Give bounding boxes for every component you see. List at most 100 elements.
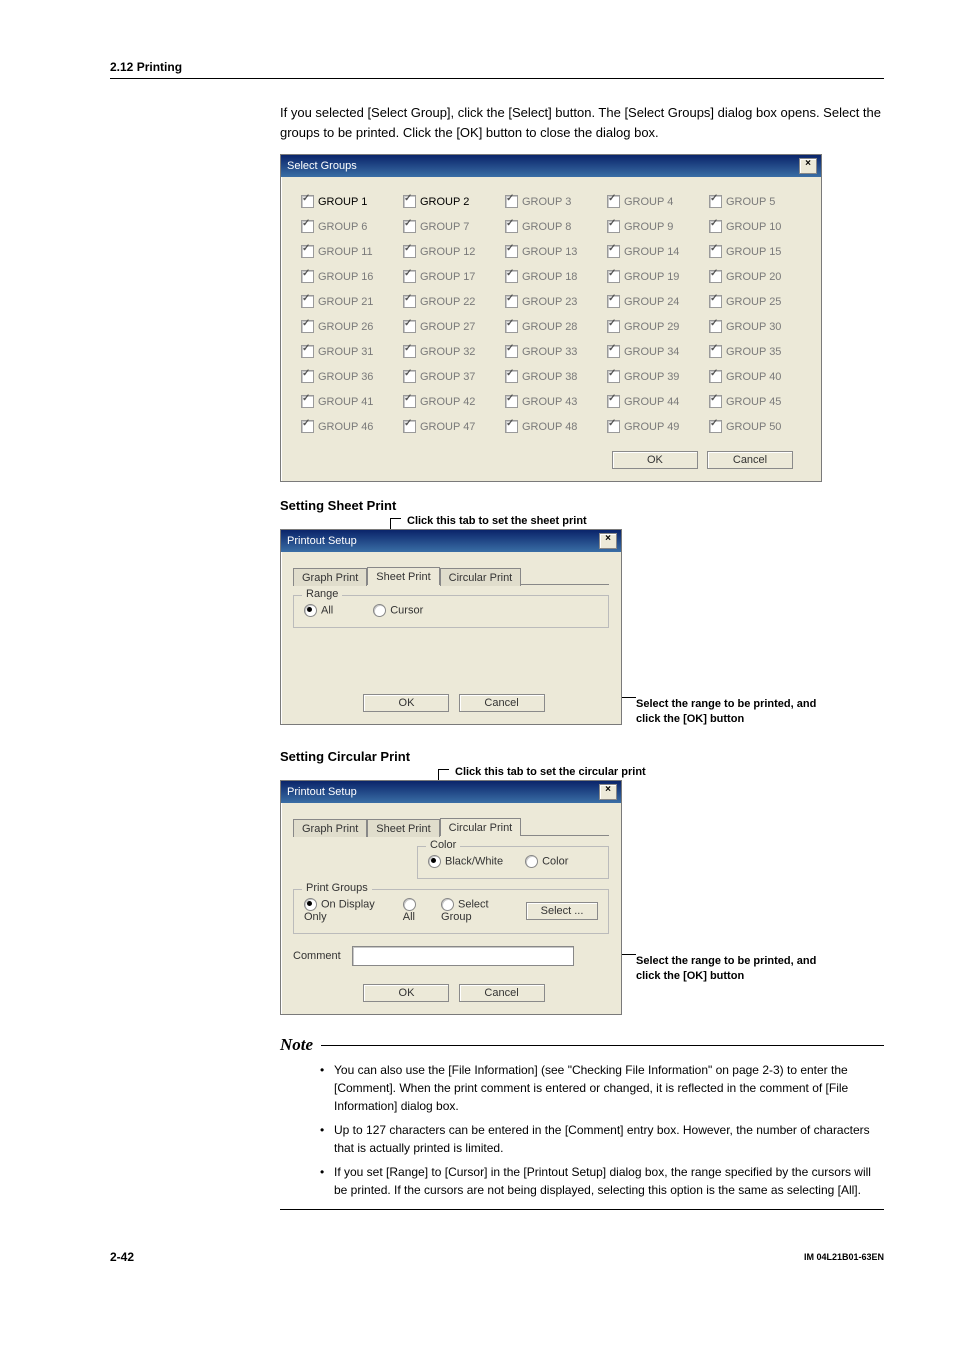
group-checkbox[interactable]: GROUP 1 — [301, 195, 393, 208]
group-checkbox[interactable]: GROUP 17 — [403, 270, 495, 283]
ok-button[interactable]: OK — [612, 451, 698, 469]
group-checkbox[interactable]: GROUP 2 — [403, 195, 495, 208]
checkbox-icon[interactable] — [403, 270, 416, 283]
checkbox-icon[interactable] — [403, 245, 416, 258]
checkbox-icon[interactable] — [607, 320, 620, 333]
checkbox-icon[interactable] — [709, 270, 722, 283]
checkbox-icon[interactable] — [403, 320, 416, 333]
checkbox-icon[interactable] — [403, 345, 416, 358]
checkbox-icon[interactable] — [607, 195, 620, 208]
checkbox-icon[interactable] — [403, 370, 416, 383]
checkbox-icon[interactable] — [709, 345, 722, 358]
group-checkbox[interactable]: GROUP 21 — [301, 295, 393, 308]
group-checkbox[interactable]: GROUP 6 — [301, 220, 393, 233]
close-icon[interactable]: × — [599, 533, 617, 549]
group-checkbox[interactable]: GROUP 50 — [709, 420, 801, 433]
checkbox-icon[interactable] — [505, 395, 518, 408]
close-icon[interactable]: × — [599, 784, 617, 800]
group-checkbox[interactable]: GROUP 39 — [607, 370, 699, 383]
group-checkbox[interactable]: GROUP 7 — [403, 220, 495, 233]
group-checkbox[interactable]: GROUP 24 — [607, 295, 699, 308]
checkbox-icon[interactable] — [301, 345, 314, 358]
radio-all[interactable]: All — [403, 898, 429, 923]
checkbox-icon[interactable] — [607, 295, 620, 308]
checkbox-icon[interactable] — [505, 345, 518, 358]
checkbox-icon[interactable] — [709, 245, 722, 258]
checkbox-icon[interactable] — [505, 195, 518, 208]
checkbox-icon[interactable] — [301, 420, 314, 433]
checkbox-icon[interactable] — [505, 220, 518, 233]
checkbox-icon[interactable] — [301, 245, 314, 258]
radio-all[interactable]: All — [304, 604, 333, 617]
radio-color[interactable]: Color — [525, 855, 568, 868]
group-checkbox[interactable]: GROUP 29 — [607, 320, 699, 333]
group-checkbox[interactable]: GROUP 42 — [403, 395, 495, 408]
group-checkbox[interactable]: GROUP 10 — [709, 220, 801, 233]
group-checkbox[interactable]: GROUP 35 — [709, 345, 801, 358]
group-checkbox[interactable]: GROUP 27 — [403, 320, 495, 333]
tab-sheet-print[interactable]: Sheet Print — [367, 819, 439, 837]
tab-sheet-print[interactable]: Sheet Print — [367, 567, 439, 585]
checkbox-icon[interactable] — [709, 420, 722, 433]
group-checkbox[interactable]: GROUP 12 — [403, 245, 495, 258]
checkbox-icon[interactable] — [607, 245, 620, 258]
checkbox-icon[interactable] — [505, 320, 518, 333]
checkbox-icon[interactable] — [301, 320, 314, 333]
group-checkbox[interactable]: GROUP 36 — [301, 370, 393, 383]
checkbox-icon[interactable] — [301, 395, 314, 408]
group-checkbox[interactable]: GROUP 15 — [709, 245, 801, 258]
tab-graph-print[interactable]: Graph Print — [293, 568, 367, 586]
checkbox-icon[interactable] — [607, 345, 620, 358]
group-checkbox[interactable]: GROUP 32 — [403, 345, 495, 358]
tab-circular-print[interactable]: Circular Print — [440, 568, 522, 586]
group-checkbox[interactable]: GROUP 23 — [505, 295, 597, 308]
checkbox-icon[interactable] — [403, 195, 416, 208]
group-checkbox[interactable]: GROUP 9 — [607, 220, 699, 233]
checkbox-icon[interactable] — [607, 420, 620, 433]
group-checkbox[interactable]: GROUP 18 — [505, 270, 597, 283]
checkbox-icon[interactable] — [505, 370, 518, 383]
group-checkbox[interactable]: GROUP 3 — [505, 195, 597, 208]
cancel-button[interactable]: Cancel — [459, 694, 545, 712]
group-checkbox[interactable]: GROUP 43 — [505, 395, 597, 408]
checkbox-icon[interactable] — [301, 220, 314, 233]
checkbox-icon[interactable] — [505, 245, 518, 258]
group-checkbox[interactable]: GROUP 33 — [505, 345, 597, 358]
group-checkbox[interactable]: GROUP 45 — [709, 395, 801, 408]
checkbox-icon[interactable] — [301, 195, 314, 208]
group-checkbox[interactable]: GROUP 46 — [301, 420, 393, 433]
group-checkbox[interactable]: GROUP 11 — [301, 245, 393, 258]
checkbox-icon[interactable] — [607, 370, 620, 383]
cancel-button[interactable]: Cancel — [707, 451, 793, 469]
cancel-button[interactable]: Cancel — [459, 984, 545, 1002]
checkbox-icon[interactable] — [403, 220, 416, 233]
tab-graph-print[interactable]: Graph Print — [293, 819, 367, 837]
checkbox-icon[interactable] — [709, 220, 722, 233]
checkbox-icon[interactable] — [301, 295, 314, 308]
checkbox-icon[interactable] — [709, 195, 722, 208]
checkbox-icon[interactable] — [403, 395, 416, 408]
ok-button[interactable]: OK — [363, 694, 449, 712]
select-button[interactable]: Select ... — [526, 902, 598, 920]
group-checkbox[interactable]: GROUP 5 — [709, 195, 801, 208]
radio-select-group[interactable]: Select Group — [441, 898, 514, 923]
group-checkbox[interactable]: GROUP 37 — [403, 370, 495, 383]
checkbox-icon[interactable] — [301, 270, 314, 283]
ok-button[interactable]: OK — [363, 984, 449, 1002]
checkbox-icon[interactable] — [607, 270, 620, 283]
group-checkbox[interactable]: GROUP 20 — [709, 270, 801, 283]
group-checkbox[interactable]: GROUP 48 — [505, 420, 597, 433]
group-checkbox[interactable]: GROUP 14 — [607, 245, 699, 258]
checkbox-icon[interactable] — [505, 420, 518, 433]
tab-circular-print[interactable]: Circular Print — [440, 818, 522, 836]
radio-cursor[interactable]: Cursor — [373, 604, 423, 617]
radio-on-display[interactable]: On Display Only — [304, 898, 391, 923]
group-checkbox[interactable]: GROUP 26 — [301, 320, 393, 333]
group-checkbox[interactable]: GROUP 30 — [709, 320, 801, 333]
checkbox-icon[interactable] — [403, 295, 416, 308]
group-checkbox[interactable]: GROUP 49 — [607, 420, 699, 433]
checkbox-icon[interactable] — [709, 320, 722, 333]
checkbox-icon[interactable] — [709, 295, 722, 308]
group-checkbox[interactable]: GROUP 4 — [607, 195, 699, 208]
checkbox-icon[interactable] — [301, 370, 314, 383]
